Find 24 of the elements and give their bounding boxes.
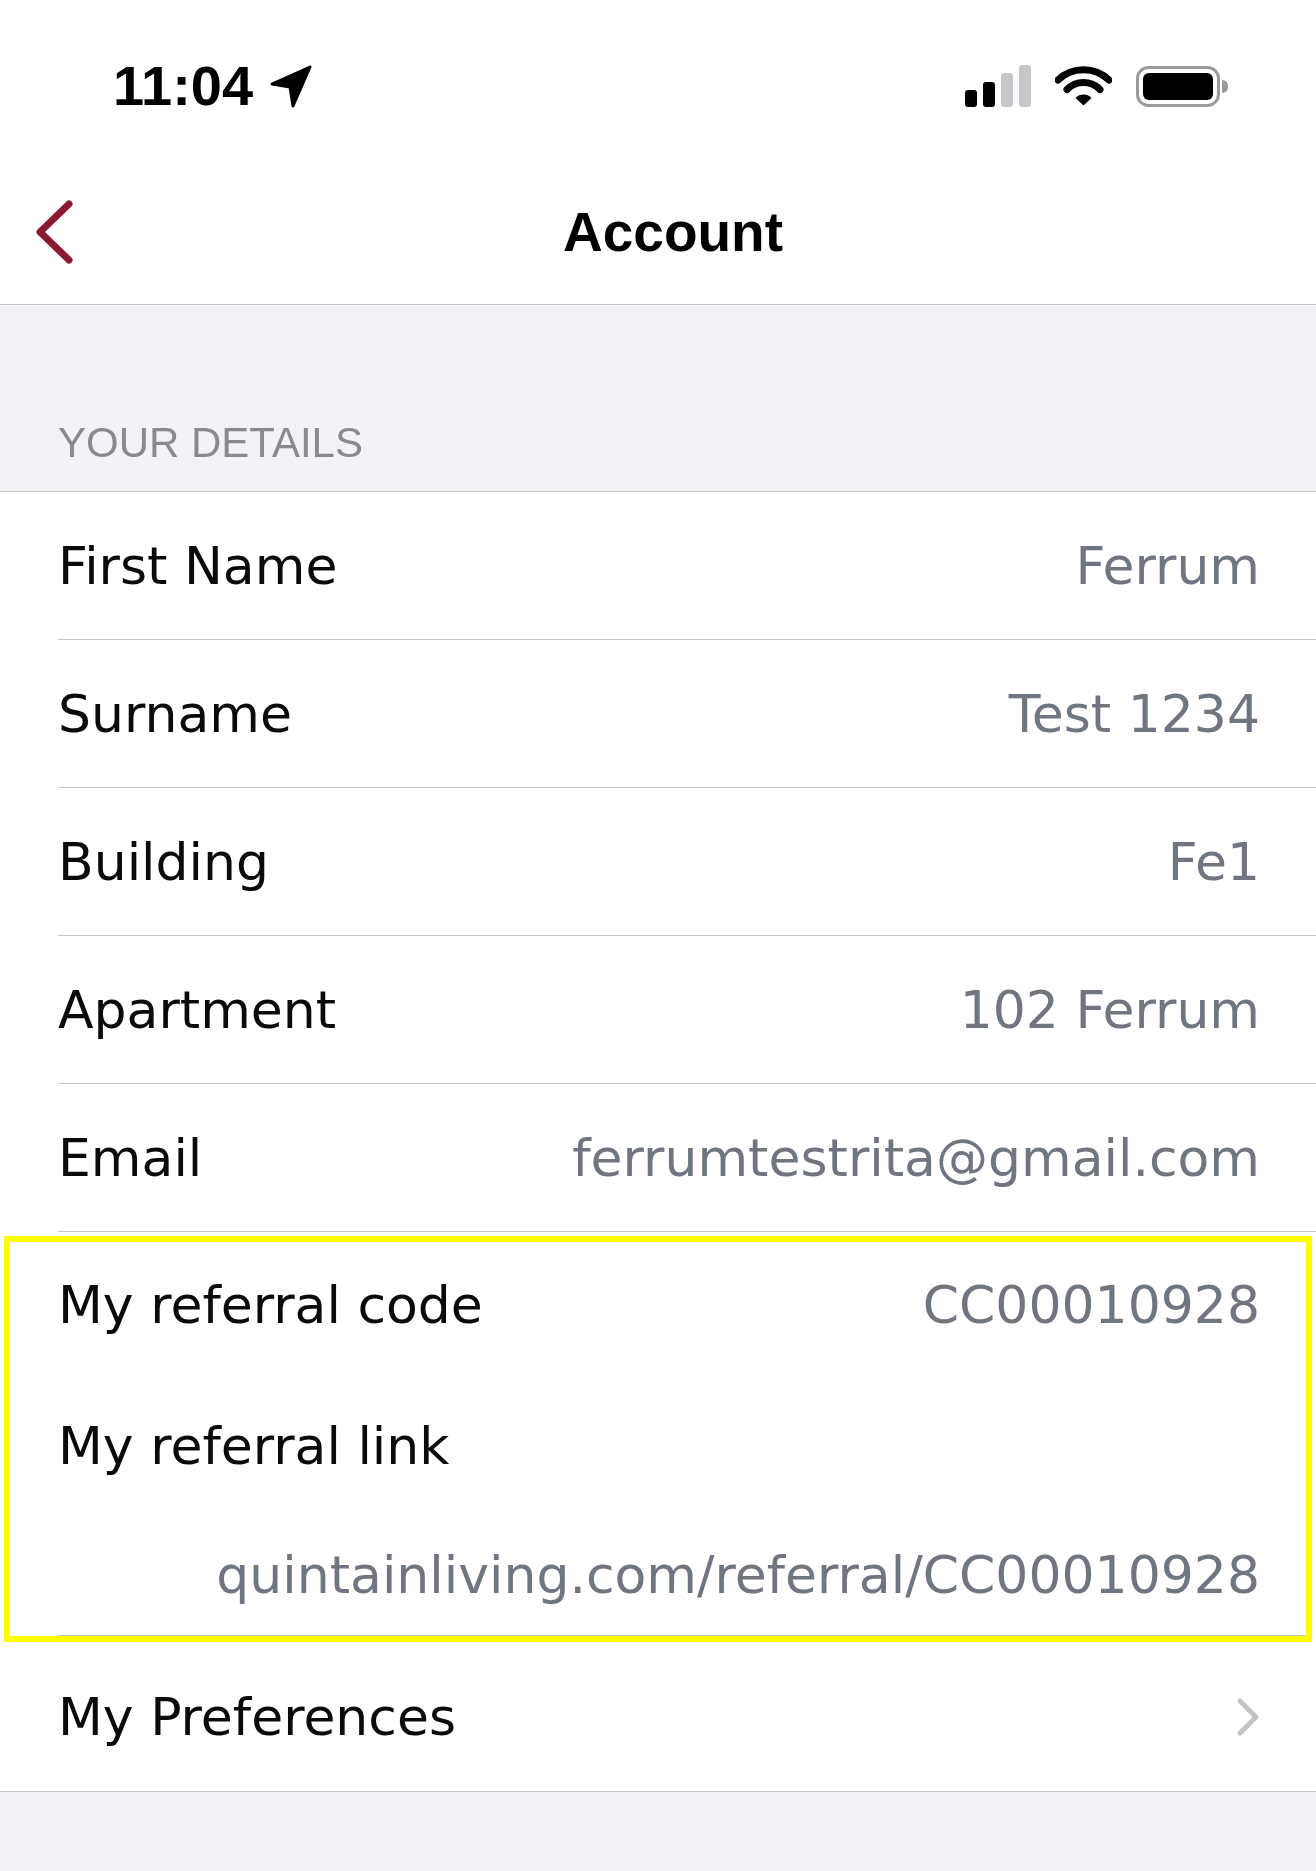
field-label: Apartment	[58, 979, 337, 1040]
field-label: Surname	[58, 683, 292, 744]
field-value: Test 1234	[1008, 683, 1260, 744]
chevron-right-icon	[1236, 1696, 1260, 1737]
battery-icon	[1136, 65, 1228, 107]
field-value: CC00010928	[922, 1275, 1260, 1335]
section-header: YOUR DETAILS	[58, 418, 363, 468]
field-value: Ferrum	[1075, 535, 1260, 596]
signal-icon	[965, 65, 1031, 107]
field-label: Email	[58, 1127, 203, 1188]
field-value: Fe1	[1167, 831, 1260, 892]
nav-title: Account	[563, 200, 783, 264]
field-label: My referral code	[58, 1275, 483, 1335]
status-time: 11:04	[113, 56, 254, 116]
field-label: My referral link	[58, 1416, 450, 1476]
chevron-left-icon	[34, 200, 74, 264]
field-label: Building	[58, 831, 269, 892]
field-value: 102 Ferrum	[959, 979, 1260, 1040]
wifi-icon	[1055, 65, 1112, 107]
field-value: quintainliving.com/referral/CC00010928	[216, 1545, 1260, 1605]
field-label: First Name	[58, 535, 338, 596]
location-arrow-icon	[269, 64, 314, 108]
field-value: ferrumtestrita@gmail.com	[572, 1127, 1260, 1188]
list-item[interactable]: My Preferences	[58, 1642, 1260, 1791]
